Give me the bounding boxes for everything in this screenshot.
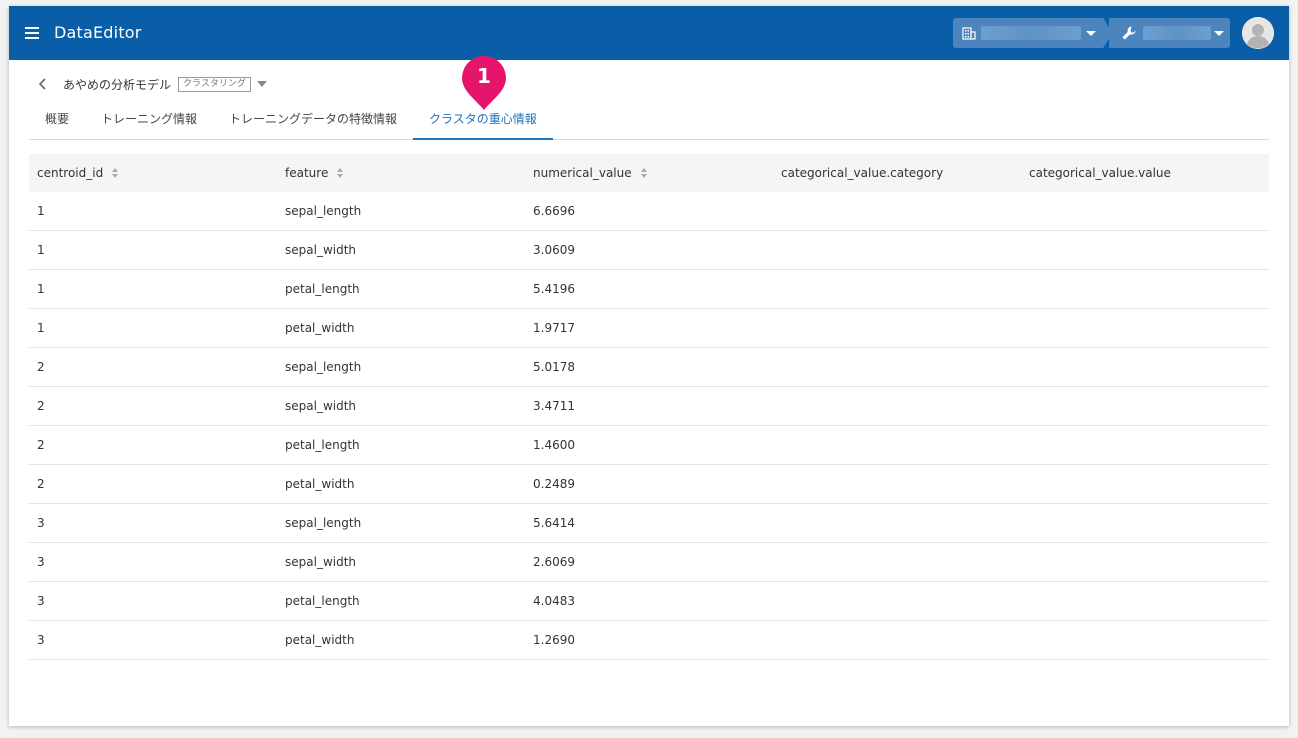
cell-numerical-value: 5.6414 — [533, 516, 575, 530]
table-row: 2 sepal_length 5.0178 — [29, 348, 1269, 387]
table-row: 3 sepal_length 5.6414 — [29, 504, 1269, 543]
table-row: 2 sepal_width 3.4711 — [29, 387, 1269, 426]
cell-feature: sepal_length — [285, 516, 362, 530]
cell-numerical-value: 3.4711 — [533, 399, 575, 413]
column-header-categorical-value: categorical_value.value — [1021, 166, 1269, 180]
table-body: 1 sepal_length 6.6696 1 sepal_width 3.0609 1 pe… — [29, 192, 1269, 660]
cell-centroid-id: 1 — [37, 243, 45, 257]
tab-training-data-features[interactable]: トレーニングデータの特徴情報 — [213, 100, 413, 139]
back-arrow-icon[interactable] — [35, 76, 51, 92]
cell-numerical-value: 1.9717 — [533, 321, 575, 335]
sort-icon[interactable] — [336, 167, 344, 179]
chevron-down-icon — [1086, 31, 1096, 36]
organization-name-redacted — [981, 26, 1081, 40]
table-row: 1 sepal_length 6.6696 — [29, 192, 1269, 231]
organization-selector[interactable] — [953, 18, 1113, 48]
app-title: DataEditor — [54, 23, 142, 42]
hamburger-menu-icon[interactable] — [25, 27, 39, 39]
column-header-numerical-value[interactable]: numerical_value — [525, 166, 773, 180]
tab-training-info[interactable]: トレーニング情報 — [85, 100, 213, 139]
cell-centroid-id: 3 — [37, 516, 45, 530]
cell-centroid-id: 2 — [37, 438, 45, 452]
tab-bar: 概要 トレーニング情報 トレーニングデータの特徴情報 クラスタの重心情報 — [29, 100, 1269, 140]
cell-centroid-id: 2 — [37, 477, 45, 491]
cell-feature: petal_width — [285, 321, 355, 335]
column-label: categorical_value.category — [781, 166, 944, 180]
table-row: 2 petal_length 1.4600 — [29, 426, 1269, 465]
table-row: 1 sepal_width 3.0609 — [29, 231, 1269, 270]
cell-feature: sepal_width — [285, 243, 357, 257]
cell-centroid-id: 3 — [37, 555, 45, 569]
cell-feature: petal_width — [285, 633, 355, 647]
cell-feature: petal_width — [285, 477, 355, 491]
table-row: 3 sepal_width 2.6069 — [29, 543, 1269, 582]
cell-numerical-value: 1.4600 — [533, 438, 575, 452]
chevron-down-icon — [1214, 31, 1224, 36]
cell-feature: sepal_width — [285, 399, 357, 413]
table-row: 1 petal_width 1.9717 — [29, 309, 1269, 348]
cell-feature: petal_length — [285, 594, 360, 608]
building-icon — [962, 27, 976, 40]
cell-feature: petal_length — [285, 438, 360, 452]
cell-centroid-id: 1 — [37, 282, 45, 296]
cell-feature: sepal_length — [285, 360, 362, 374]
sort-icon[interactable] — [640, 167, 648, 179]
cell-centroid-id: 3 — [37, 594, 45, 608]
cell-feature: sepal_length — [285, 204, 362, 218]
cell-centroid-id: 2 — [37, 360, 45, 374]
cell-numerical-value: 2.6069 — [533, 555, 575, 569]
column-label: categorical_value.value — [1029, 166, 1171, 180]
cell-numerical-value: 6.6696 — [533, 204, 575, 218]
user-icon — [1242, 17, 1274, 49]
cell-feature: petal_length — [285, 282, 360, 296]
tab-overview[interactable]: 概要 — [29, 100, 85, 139]
table-row: 1 petal_length 5.4196 — [29, 270, 1269, 309]
column-label: feature — [285, 166, 329, 180]
cell-numerical-value: 5.4196 — [533, 282, 575, 296]
cell-centroid-id: 1 — [37, 204, 45, 218]
table-row: 2 petal_width 0.2489 — [29, 465, 1269, 504]
user-avatar[interactable] — [1242, 17, 1274, 49]
callout-number: 1 — [477, 64, 491, 88]
cell-numerical-value: 0.2489 — [533, 477, 575, 491]
table-row: 3 petal_length 4.0483 — [29, 582, 1269, 621]
breadcrumb: あやめの分析モデル クラスタリング — [35, 74, 267, 94]
centroid-table: centroid_id feature numerical_value cate… — [29, 154, 1269, 660]
model-menu-caret-icon[interactable] — [256, 81, 267, 87]
cell-numerical-value: 4.0483 — [533, 594, 575, 608]
model-name: あやめの分析モデル — [63, 77, 172, 92]
cell-numerical-value: 3.0609 — [533, 243, 575, 257]
cell-centroid-id: 2 — [37, 399, 45, 413]
app-window: DataEditor あやめの分析モデル クラスタリング 概要 トレーニング情報… — [9, 6, 1289, 726]
model-type-badge: クラスタリング — [178, 76, 251, 92]
wrench-icon — [1122, 26, 1136, 40]
app-bar: DataEditor — [9, 6, 1289, 60]
project-selector[interactable] — [1109, 18, 1230, 48]
cell-centroid-id: 1 — [37, 321, 45, 335]
cell-numerical-value: 5.0178 — [533, 360, 575, 374]
project-name-redacted — [1143, 26, 1211, 40]
table-header: centroid_id feature numerical_value cate… — [29, 154, 1269, 192]
cell-centroid-id: 3 — [37, 633, 45, 647]
step-callout-marker: 1 — [459, 54, 509, 114]
column-header-centroid-id[interactable]: centroid_id — [29, 166, 277, 180]
column-label: centroid_id — [37, 166, 104, 180]
table-row: 3 petal_width 1.2690 — [29, 621, 1269, 660]
cell-feature: sepal_width — [285, 555, 357, 569]
cell-numerical-value: 1.2690 — [533, 633, 575, 647]
column-header-feature[interactable]: feature — [277, 166, 525, 180]
column-label: numerical_value — [533, 166, 632, 180]
column-header-categorical-category: categorical_value.category — [773, 166, 1021, 180]
sort-icon[interactable] — [111, 167, 119, 179]
